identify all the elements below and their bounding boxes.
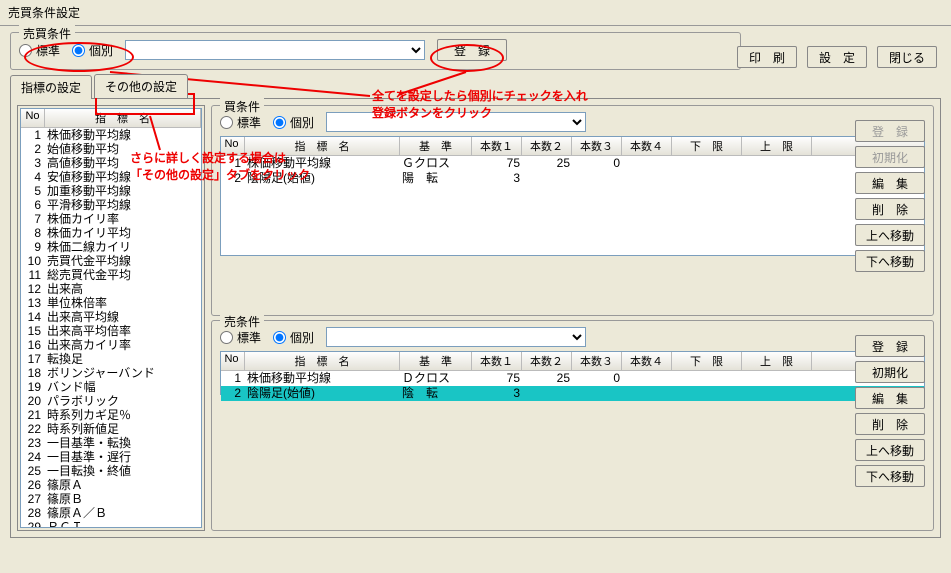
condition-combo[interactable] <box>125 40 425 60</box>
list-item[interactable]: 1株価移動平均線 <box>21 128 201 142</box>
sell-movedown-button[interactable]: 下へ移動 <box>855 465 925 487</box>
buy-radio-individual[interactable]: 個別 <box>273 114 314 131</box>
table-row[interactable]: 2陰陽足(始値)陰 転3 <box>221 386 924 401</box>
tabs: 指標の設定 その他の設定 <box>10 74 941 98</box>
list-item[interactable]: 3高値移動平均 <box>21 156 201 170</box>
list-item[interactable]: 11総売買代金平均 <box>21 268 201 282</box>
sell-radio-individual[interactable]: 個別 <box>273 329 314 346</box>
col-no: No <box>21 109 45 127</box>
list-item[interactable]: 2始値移動平均 <box>21 142 201 156</box>
list-item[interactable]: 26篠原Ａ <box>21 478 201 492</box>
list-item[interactable]: 6平滑移動平均線 <box>21 198 201 212</box>
list-item[interactable]: 7株価カイリ率 <box>21 212 201 226</box>
indicator-list[interactable]: No 指 標 名 1株価移動平均線2始値移動平均3高値移動平均4安値移動平均線5… <box>20 108 202 528</box>
list-item[interactable]: 17転換足 <box>21 352 201 366</box>
register-button[interactable]: 登 録 <box>437 39 507 61</box>
sell-grid[interactable]: No 指 標 名 基 準 本数１ 本数２ 本数３ 本数４ 下 限 上 限 1株価… <box>220 351 925 395</box>
table-row[interactable]: 1株価移動平均線Ｄクロス75250 <box>221 371 924 386</box>
list-item[interactable]: 15出来高平均倍率 <box>21 324 201 338</box>
sell-moveup-button[interactable]: 上へ移動 <box>855 439 925 461</box>
list-item[interactable]: 23一目基準・転換 <box>21 436 201 450</box>
buy-register-button[interactable]: 登 録 <box>855 120 925 142</box>
list-item[interactable]: 5加重移動平均線 <box>21 184 201 198</box>
list-item[interactable]: 13単位株倍率 <box>21 296 201 310</box>
list-item[interactable]: 14出来高平均線 <box>21 310 201 324</box>
trade-condition-legend: 売買条件 <box>19 25 75 42</box>
list-item[interactable]: 19バンド幅 <box>21 380 201 394</box>
radio-individual[interactable]: 個別 <box>72 42 113 59</box>
list-item[interactable]: 20パラボリック <box>21 394 201 408</box>
print-button[interactable]: 印 刷 <box>737 46 797 68</box>
col-name: 指 標 名 <box>45 109 201 127</box>
table-row[interactable]: 1株価移動平均線Ｇクロス75250 <box>221 156 924 171</box>
sell-condition-group: 売条件 標準 個別 No 指 標 名 基 準 本数１ 本数２ 本数３ 本数４ <box>211 320 934 531</box>
buy-init-button[interactable]: 初期化 <box>855 146 925 168</box>
table-row[interactable]: 2陰陽足(始値)陽 転3 <box>221 171 924 186</box>
list-item[interactable]: 9株価二線カイリ <box>21 240 201 254</box>
sell-radio-standard[interactable]: 標準 <box>220 329 261 346</box>
buy-radio-standard[interactable]: 標準 <box>220 114 261 131</box>
buy-movedown-button[interactable]: 下へ移動 <box>855 250 925 272</box>
sell-register-button[interactable]: 登 録 <box>855 335 925 357</box>
list-item[interactable]: 4安値移動平均線 <box>21 170 201 184</box>
list-item[interactable]: 8株価カイリ平均 <box>21 226 201 240</box>
buy-edit-button[interactable]: 編 集 <box>855 172 925 194</box>
list-item[interactable]: 16出来高カイリ率 <box>21 338 201 352</box>
radio-standard[interactable]: 標準 <box>19 42 60 59</box>
buy-moveup-button[interactable]: 上へ移動 <box>855 224 925 246</box>
list-item[interactable]: 27篠原Ｂ <box>21 492 201 506</box>
settings-button[interactable]: 設 定 <box>807 46 867 68</box>
title-bar: 売買条件設定 <box>0 0 951 26</box>
sell-combo[interactable] <box>326 327 586 347</box>
list-item[interactable]: 28篠原Ａ／Ｂ <box>21 506 201 520</box>
list-item[interactable]: 10売買代金平均線 <box>21 254 201 268</box>
list-item[interactable]: 25一目転換・終値 <box>21 464 201 478</box>
list-item[interactable]: 18ボリンジャーバンド <box>21 366 201 380</box>
sell-init-button[interactable]: 初期化 <box>855 361 925 383</box>
trade-condition-group: 売買条件 標準 個別 登 録 <box>10 32 741 70</box>
indicator-list-pane: No 指 標 名 1株価移動平均線2始値移動平均3高値移動平均4安値移動平均線5… <box>17 105 205 531</box>
buy-condition-group: 買条件 標準 個別 No 指 標 名 基 準 本数１ 本数２ 本数３ 本数４ <box>211 105 934 316</box>
close-button[interactable]: 閉じる <box>877 46 937 68</box>
sell-edit-button[interactable]: 編 集 <box>855 387 925 409</box>
window-title: 売買条件設定 <box>8 6 80 20</box>
list-item[interactable]: 21時系列カギ足％ <box>21 408 201 422</box>
list-item[interactable]: 22時系列新値足 <box>21 422 201 436</box>
buy-grid[interactable]: No 指 標 名 基 準 本数１ 本数２ 本数３ 本数４ 下 限 上 限 1株価… <box>220 136 925 256</box>
list-item[interactable]: 24一目基準・遅行 <box>21 450 201 464</box>
buy-combo[interactable] <box>326 112 586 132</box>
buy-delete-button[interactable]: 削 除 <box>855 198 925 220</box>
list-item[interactable]: 29ＲＣＩ <box>21 520 201 528</box>
list-item[interactable]: 12出来高 <box>21 282 201 296</box>
tab-other-settings[interactable]: その他の設定 <box>94 74 188 98</box>
sell-delete-button[interactable]: 削 除 <box>855 413 925 435</box>
tab-indicator-settings[interactable]: 指標の設定 <box>10 75 92 99</box>
